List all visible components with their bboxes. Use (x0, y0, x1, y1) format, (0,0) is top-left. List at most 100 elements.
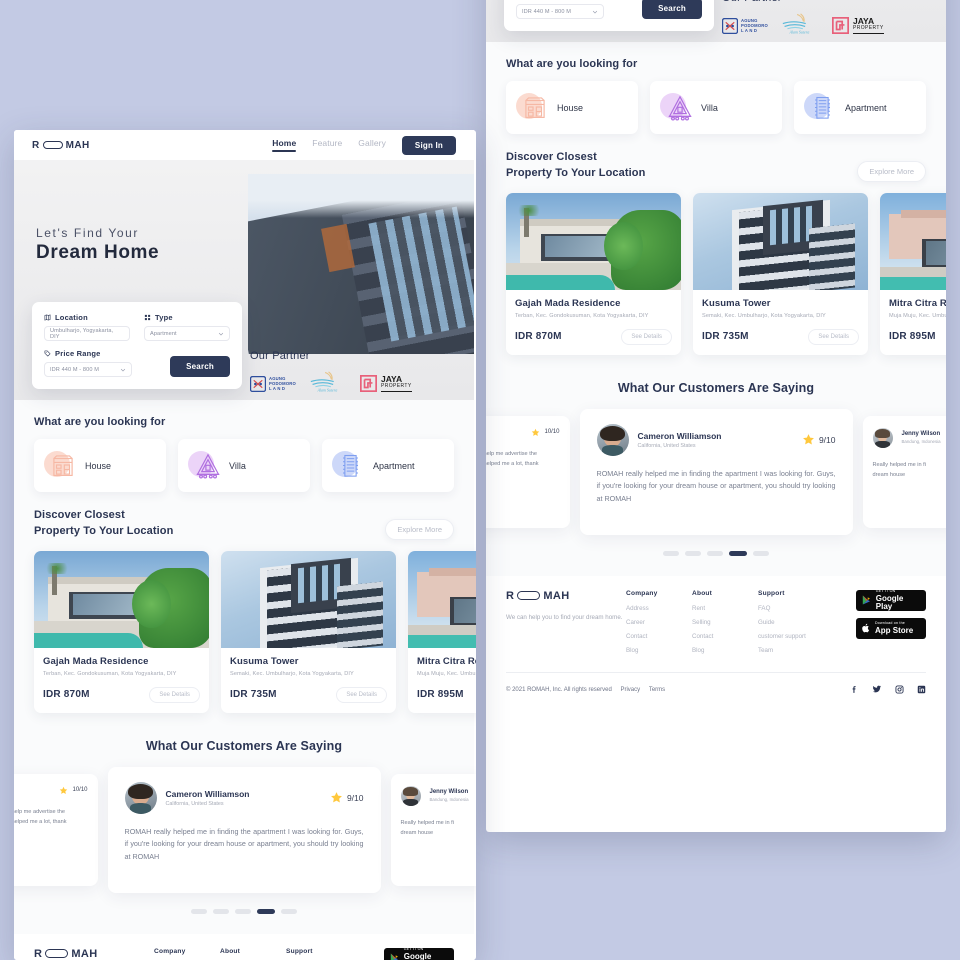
linkedin-icon[interactable] (917, 681, 926, 699)
carousel-dot[interactable] (753, 550, 769, 556)
location-input[interactable]: Umbulharjo, Yogyakarta, DIY (44, 326, 130, 341)
footer-link[interactable]: Guide (758, 619, 824, 626)
testimonial-rating: 10/10 (59, 786, 88, 795)
property-image (693, 192, 868, 290)
logo-right-text: MAH (71, 947, 98, 960)
testimonial-card-prev[interactable]: 10/10 help me advertise the helped me a l… (486, 415, 570, 528)
footer-logo[interactable]: R MAH (34, 948, 154, 960)
nav-link-home[interactable]: Home (272, 138, 297, 152)
testimonial-card-next[interactable]: Jenny Wilson Bandung, Indonesia Really h… (862, 415, 946, 528)
instagram-icon[interactable] (895, 681, 904, 699)
search-button[interactable]: Search (642, 0, 702, 19)
logo-ring-icon (45, 949, 69, 959)
category-card-villa[interactable]: Villa (650, 81, 782, 134)
footer-column: Support FAQ Guide customer support Team (758, 590, 824, 661)
category-card-villa[interactable]: Villa (178, 439, 310, 492)
modern-tower-photo (693, 192, 868, 290)
carousel-dots (486, 535, 946, 576)
property-card[interactable]: Gajah Mada Residence Terban, Kec. Gondok… (34, 550, 209, 713)
facebook-icon[interactable] (850, 681, 859, 699)
preview-panel-left[interactable]: R MAH Home Feature Gallery Sign In Let's F… (14, 130, 476, 960)
footer-link[interactable]: Blog (626, 647, 692, 654)
property-card[interactable]: Gajah Mada Residence Terban, Kec. Gondok… (506, 192, 681, 355)
carousel-dot[interactable] (707, 550, 723, 556)
see-details-button[interactable]: See Details (336, 686, 387, 703)
see-details-button[interactable]: See Details (621, 328, 672, 345)
map-icon (44, 314, 51, 321)
category-card-apartment[interactable]: Apartment (794, 81, 926, 134)
see-details-button[interactable]: See Details (149, 686, 200, 703)
carousel-dot[interactable] (663, 550, 679, 556)
footer-link[interactable]: Blog (692, 647, 758, 654)
property-price: IDR 735M (702, 331, 749, 343)
testimonial-card-next[interactable]: Jenny Wilson Bandung, Indonesia Really h… (390, 773, 476, 886)
property-card[interactable]: Kusuma Tower Semaki, Kec. Umbulharjo, Ko… (221, 550, 396, 713)
testimonial-text: help me advertise the helped me a lot, th… (486, 450, 539, 467)
house-icon (53, 454, 73, 476)
nav-link-gallery[interactable]: Gallery (358, 138, 386, 152)
footer-link[interactable]: FAQ (758, 605, 824, 612)
category-card-house[interactable]: House (34, 439, 166, 492)
category-label: Villa (229, 460, 246, 471)
price-range-select[interactable]: IDR 440 M - 800 M (516, 4, 604, 19)
explore-more-button[interactable]: Explore More (385, 518, 454, 540)
apartment-icon (804, 91, 838, 125)
price-range-select[interactable]: IDR 440 M - 800 M (44, 362, 132, 377)
testimonial-card-active[interactable]: Cameron Williamson California, United St… (579, 408, 853, 535)
nav-link-feature[interactable]: Feature (312, 138, 342, 152)
property-card[interactable]: Mitra Citra Residence Muja Muju, Kec. Um… (408, 550, 476, 713)
see-details-button[interactable]: See Details (808, 328, 859, 345)
app-store-badge[interactable]: Download on the App Store (856, 617, 926, 639)
footer-link[interactable]: Contact (692, 633, 758, 640)
page-content-right: R MAH HomeFeatureGallery Sign In Let's F… (486, 0, 946, 709)
footer-link[interactable]: Address (626, 605, 692, 612)
carousel-dot[interactable] (257, 908, 275, 914)
chevron-down-icon (592, 10, 598, 13)
logo[interactable]: R MAH (32, 140, 90, 151)
sign-in-button[interactable]: Sign In (401, 135, 456, 155)
carousel-dot[interactable] (235, 908, 251, 914)
logo-left-text: R (34, 947, 43, 960)
google-play-badge[interactable]: GET IT ONGoogle Play (856, 589, 926, 611)
categories-row: House Villa Apartment (34, 439, 454, 492)
testimonial-card-prev[interactable]: 10/10 help me advertise the helped me a l… (14, 773, 98, 886)
footer-link[interactable]: Contact (626, 633, 692, 640)
explore-more-button[interactable]: Explore More (857, 160, 926, 182)
footer-logo[interactable]: R MAH (506, 590, 626, 602)
privacy-link[interactable]: Privacy (620, 687, 640, 693)
discover-title: Discover Closest Property To Your Locatio… (506, 151, 646, 179)
terms-link[interactable]: Terms (649, 687, 665, 693)
property-address: Muja Muju, Kec. Umbulharjo, Kota Yogyaka… (417, 670, 476, 677)
carousel-dot[interactable] (729, 550, 747, 556)
carousel-dot[interactable] (685, 550, 701, 556)
search-button[interactable]: Search (170, 356, 230, 377)
our-partner-title: Our Partner (250, 350, 310, 362)
testimonial-rating: 9/10 (802, 433, 836, 446)
apartment-icon (815, 96, 830, 119)
carousel-dot[interactable] (213, 908, 229, 914)
carousel-dot[interactable] (281, 908, 297, 914)
footer-link[interactable]: Selling (692, 619, 758, 626)
category-card-house[interactable]: House (506, 81, 638, 134)
footer-link[interactable]: Rent (692, 605, 758, 612)
property-card[interactable]: Mitra Citra Residence Muja Muju, Kec. Um… (880, 192, 946, 355)
property-price: IDR 895M (417, 689, 464, 701)
avatar (124, 781, 157, 814)
footer-link[interactable]: customer support (758, 633, 824, 640)
category-card-apartment[interactable]: Apartment (322, 439, 454, 492)
property-address: Muja Muju, Kec. Umbulharjo, Kota Yogyaka… (889, 312, 946, 319)
twitter-icon[interactable] (872, 681, 882, 699)
footer-link[interactable]: Career (626, 619, 692, 626)
categories-title: What are you looking for (506, 58, 638, 70)
google-play-badge[interactable]: GET IT ONGoogle Play (384, 947, 454, 960)
chevron-down-icon (120, 368, 126, 371)
property-card[interactable]: Kusuma Tower Semaki, Kec. Umbulharjo, Ko… (693, 192, 868, 355)
preview-panel-right[interactable]: R MAH HomeFeatureGallery Sign In Let's F… (486, 0, 946, 832)
type-select[interactable]: Apartment (144, 326, 230, 341)
testimonial-text: Really helped me in fi dream house (400, 819, 454, 836)
carousel-dot[interactable] (191, 908, 207, 914)
testimonial-card-active[interactable]: Cameron Williamson California, United St… (107, 766, 381, 893)
property-name: Kusuma Tower (230, 655, 299, 667)
footer-link[interactable]: Team (758, 647, 824, 654)
alam-sutera-logo: Alam Sutera (780, 12, 820, 39)
